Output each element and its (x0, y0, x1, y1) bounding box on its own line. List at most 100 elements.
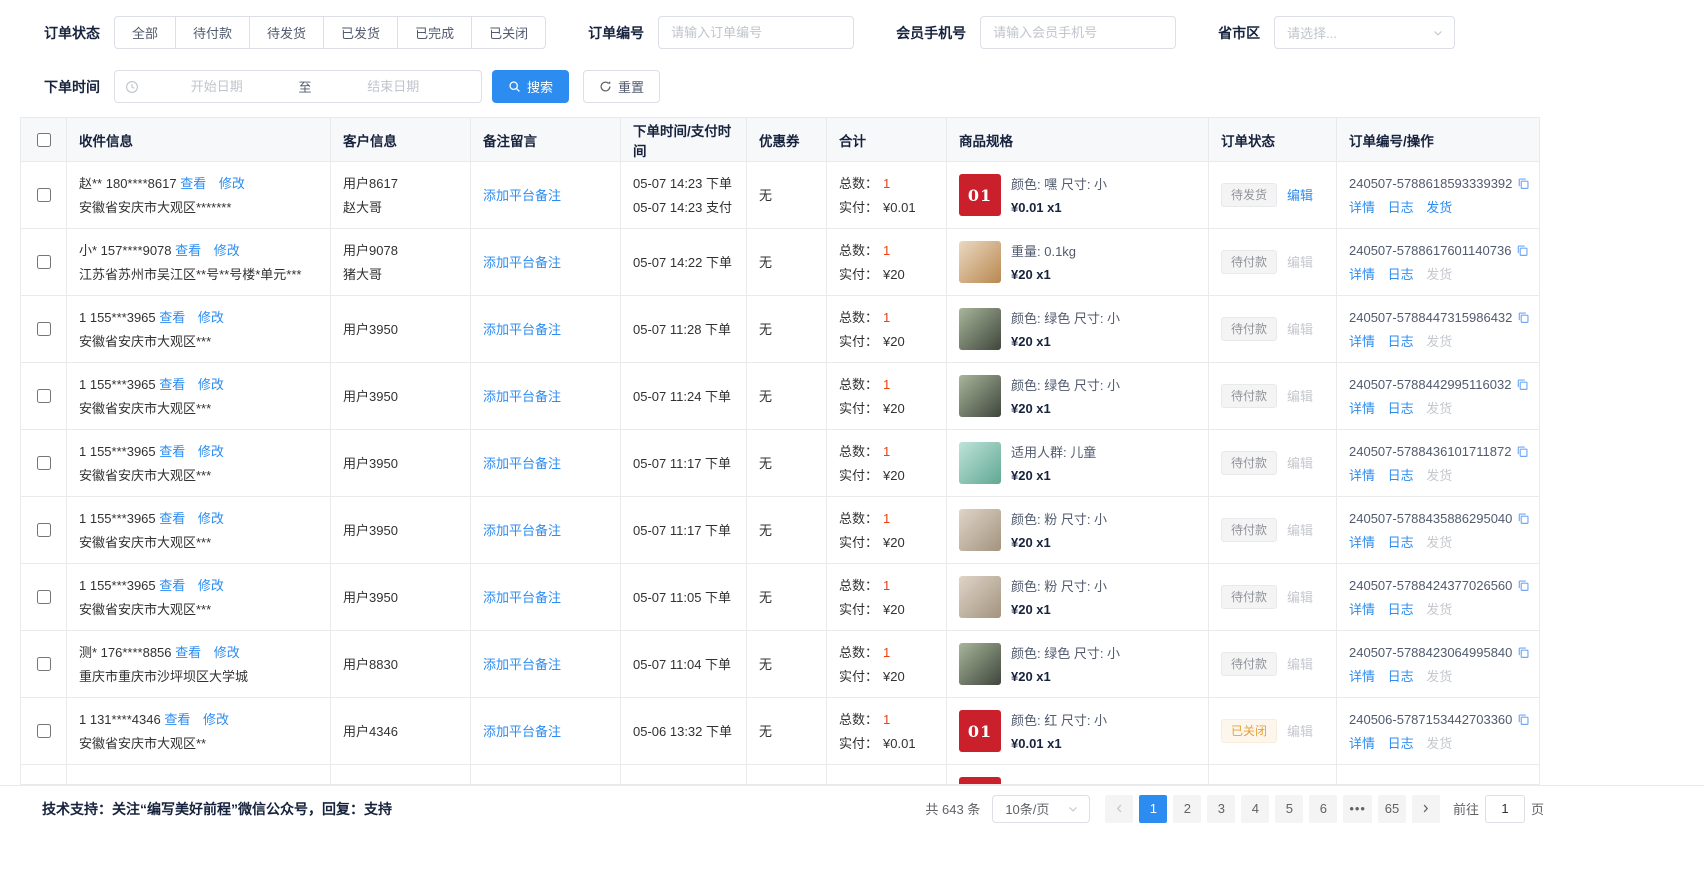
view-link[interactable]: 查看 (159, 511, 185, 526)
add-note-link[interactable]: 添加平台备注 (483, 255, 561, 270)
detail-link[interactable]: 详情 (1349, 200, 1375, 215)
add-note-link[interactable]: 添加平台备注 (483, 590, 561, 605)
product-image[interactable] (959, 442, 1001, 484)
modify-link[interactable]: 修改 (198, 444, 224, 459)
status-filter-option-4[interactable]: 已完成 (397, 16, 472, 49)
modify-link[interactable]: 修改 (198, 511, 224, 526)
select-all-checkbox[interactable] (37, 133, 51, 147)
start-date-input[interactable] (139, 79, 295, 94)
view-link[interactable]: 查看 (175, 645, 201, 660)
modify-link[interactable]: 修改 (203, 712, 229, 727)
ship-link[interactable]: 发货 (1426, 200, 1452, 215)
add-note-link[interactable]: 添加平台备注 (483, 389, 561, 404)
copy-icon[interactable] (1516, 445, 1529, 458)
page-5-button[interactable]: 5 (1275, 795, 1303, 823)
product-image[interactable]: 01 (959, 174, 1001, 216)
view-link[interactable]: 查看 (180, 176, 206, 191)
phone-input[interactable] (980, 16, 1176, 49)
log-link[interactable]: 日志 (1388, 736, 1414, 751)
modify-link[interactable]: 修改 (198, 310, 224, 325)
more-pages-button[interactable]: ••• (1343, 795, 1372, 823)
detail-link[interactable]: 详情 (1349, 535, 1375, 550)
row-checkbox[interactable] (37, 523, 51, 537)
modify-link[interactable]: 修改 (198, 578, 224, 593)
modify-link[interactable]: 修改 (214, 645, 240, 660)
edit-link[interactable]: 编辑 (1287, 319, 1313, 340)
status-filter-option-1[interactable]: 待付款 (175, 16, 250, 49)
edit-link[interactable]: 编辑 (1287, 386, 1313, 407)
reset-button[interactable]: 重置 (583, 70, 660, 103)
log-link[interactable]: 日志 (1388, 401, 1414, 416)
modify-link[interactable]: 修改 (219, 176, 245, 191)
row-checkbox[interactable] (37, 456, 51, 470)
ship-link[interactable]: 发货 (1426, 401, 1452, 416)
prev-page-button[interactable] (1105, 795, 1133, 823)
copy-icon[interactable] (1517, 512, 1530, 525)
detail-link[interactable]: 详情 (1349, 334, 1375, 349)
page-3-button[interactable]: 3 (1207, 795, 1235, 823)
add-note-link[interactable]: 添加平台备注 (483, 322, 561, 337)
copy-icon[interactable] (1517, 311, 1530, 324)
next-page-button[interactable] (1412, 795, 1440, 823)
product-image[interactable] (959, 509, 1001, 551)
copy-icon[interactable] (1517, 646, 1530, 659)
page-size-select[interactable]: 10条/页 (992, 795, 1090, 823)
view-link[interactable]: 查看 (175, 243, 201, 258)
ship-link[interactable]: 发货 (1426, 535, 1452, 550)
copy-icon[interactable] (1517, 177, 1530, 190)
date-range-picker[interactable]: 至 (114, 70, 482, 103)
detail-link[interactable]: 详情 (1349, 401, 1375, 416)
detail-link[interactable]: 详情 (1349, 736, 1375, 751)
detail-link[interactable]: 详情 (1349, 468, 1375, 483)
row-checkbox[interactable] (37, 322, 51, 336)
row-checkbox[interactable] (37, 657, 51, 671)
log-link[interactable]: 日志 (1388, 602, 1414, 617)
page-4-button[interactable]: 4 (1241, 795, 1269, 823)
page-6-button[interactable]: 6 (1309, 795, 1337, 823)
detail-link[interactable]: 详情 (1349, 267, 1375, 282)
edit-link[interactable]: 编辑 (1287, 654, 1313, 675)
product-image[interactable] (959, 241, 1001, 283)
ship-link[interactable]: 发货 (1426, 334, 1452, 349)
row-checkbox[interactable] (37, 389, 51, 403)
end-date-input[interactable] (316, 79, 472, 94)
log-link[interactable]: 日志 (1388, 267, 1414, 282)
product-image[interactable]: 01 (959, 710, 1001, 752)
edit-link[interactable]: 编辑 (1287, 721, 1313, 742)
view-link[interactable]: 查看 (159, 310, 185, 325)
view-link[interactable]: 查看 (159, 444, 185, 459)
view-link[interactable]: 查看 (164, 712, 190, 727)
goto-page-input[interactable] (1485, 795, 1525, 823)
log-link[interactable]: 日志 (1388, 669, 1414, 684)
log-link[interactable]: 日志 (1388, 334, 1414, 349)
detail-link[interactable]: 详情 (1349, 602, 1375, 617)
status-filter-option-0[interactable]: 全部 (114, 16, 176, 49)
row-checkbox[interactable] (37, 255, 51, 269)
log-link[interactable]: 日志 (1388, 468, 1414, 483)
copy-icon[interactable] (1516, 244, 1529, 257)
edit-link[interactable]: 编辑 (1287, 587, 1313, 608)
product-image[interactable] (959, 308, 1001, 350)
view-link[interactable]: 查看 (159, 578, 185, 593)
edit-link[interactable]: 编辑 (1287, 520, 1313, 541)
page-65-button[interactable]: 65 (1378, 795, 1406, 823)
product-image[interactable] (959, 375, 1001, 417)
copy-icon[interactable] (1517, 579, 1530, 592)
modify-link[interactable]: 修改 (198, 377, 224, 392)
row-checkbox[interactable] (37, 590, 51, 604)
log-link[interactable]: 日志 (1388, 535, 1414, 550)
edit-link[interactable]: 编辑 (1287, 453, 1313, 474)
row-checkbox[interactable] (37, 188, 51, 202)
status-filter-option-5[interactable]: 已关闭 (471, 16, 546, 49)
add-note-link[interactable]: 添加平台备注 (483, 456, 561, 471)
product-image[interactable] (959, 576, 1001, 618)
search-button[interactable]: 搜索 (492, 70, 569, 103)
ship-link[interactable]: 发货 (1426, 669, 1452, 684)
copy-icon[interactable] (1517, 713, 1530, 726)
ship-link[interactable]: 发货 (1426, 267, 1452, 282)
ship-link[interactable]: 发货 (1426, 468, 1452, 483)
modify-link[interactable]: 修改 (214, 243, 240, 258)
region-select[interactable]: 请选择... (1274, 16, 1455, 49)
add-note-link[interactable]: 添加平台备注 (483, 657, 561, 672)
copy-icon[interactable] (1516, 378, 1529, 391)
